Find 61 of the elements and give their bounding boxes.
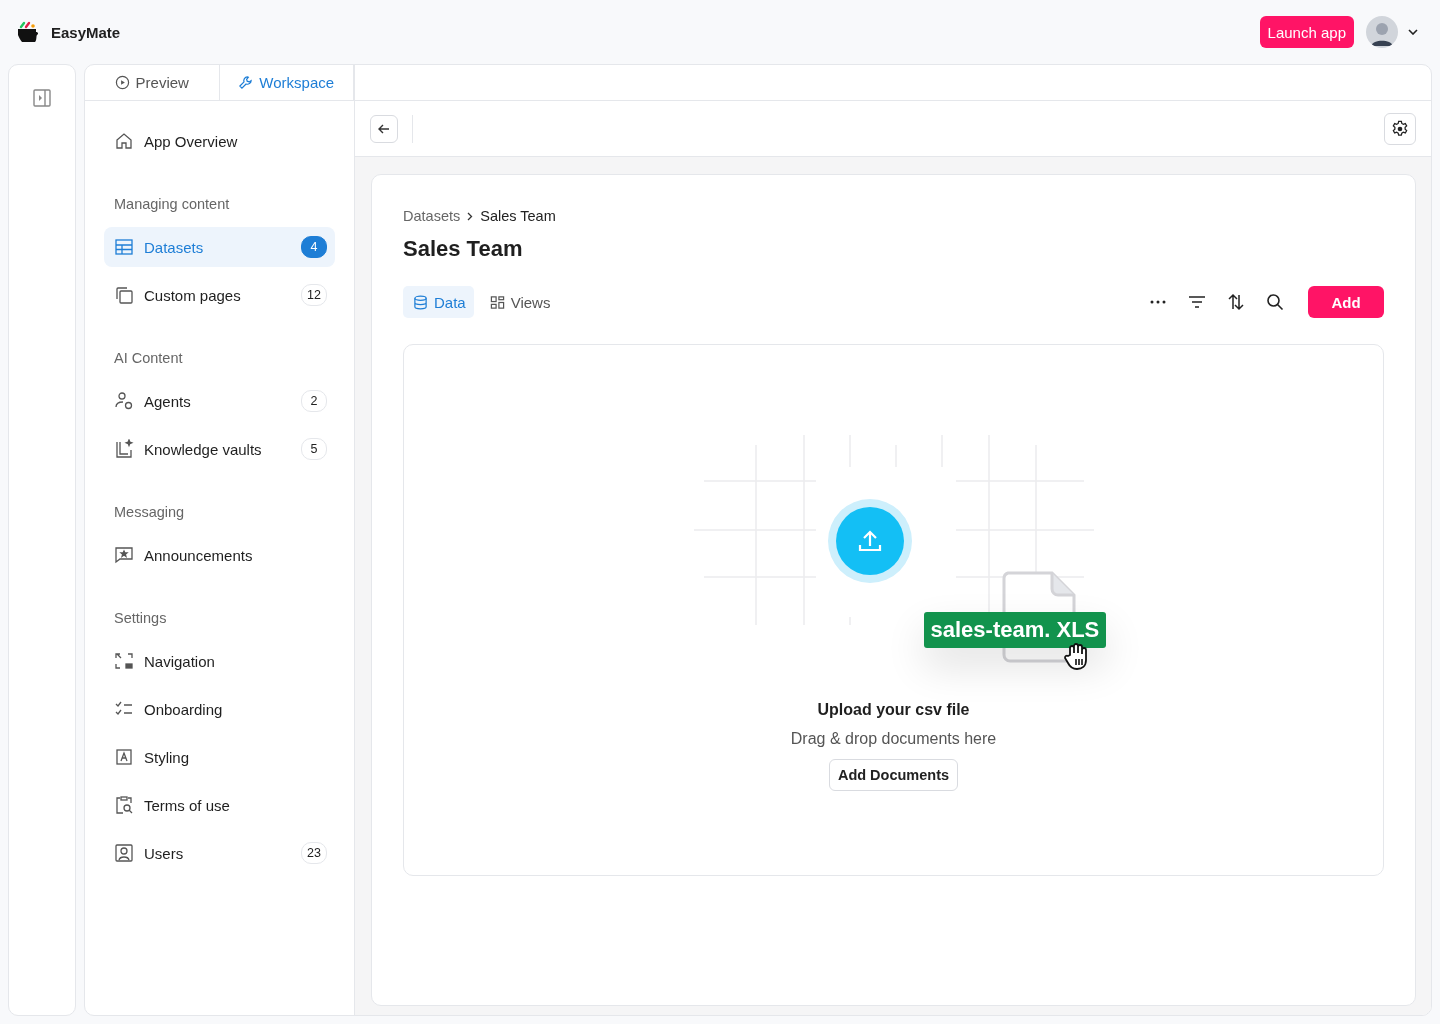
chevron-right-icon (467, 211, 474, 221)
count-badge: 5 (301, 438, 327, 460)
count-badge: 12 (301, 284, 327, 306)
sparkle-document-icon (114, 439, 134, 459)
panel-tab[interactable]: Workspace (219, 65, 354, 100)
person-icon (114, 391, 134, 411)
settings-icon (1391, 119, 1409, 138)
add-documents-button[interactable]: Add Documents (828, 759, 959, 791)
sidebar-item[interactable]: App Overview (104, 121, 335, 161)
sort-icon[interactable] (1228, 293, 1244, 311)
filter-icon[interactable] (1188, 295, 1206, 309)
text-frame-icon (114, 747, 134, 767)
section-heading: AI Content (114, 349, 184, 368)
count-badge: 23 (301, 842, 327, 864)
sidebar-item[interactable]: Navigation (104, 641, 335, 681)
back-button[interactable] (370, 114, 398, 143)
chevron-down-icon[interactable] (1408, 29, 1418, 35)
panel-tab[interactable]: Preview (85, 65, 220, 100)
breadcrumb-link[interactable]: Datasets (403, 208, 461, 224)
clipboard-search-icon (114, 795, 134, 815)
sidebar-item[interactable]: Styling (104, 737, 335, 777)
sidebar-item[interactable]: Onboarding (104, 689, 335, 729)
table-icon (114, 237, 134, 257)
settings-button[interactable] (1384, 112, 1416, 145)
section-heading: Messaging (114, 503, 186, 522)
home-icon (114, 131, 134, 151)
pages-icon (114, 285, 134, 305)
sidebar-item[interactable]: Knowledge vaults 5 (104, 429, 335, 469)
dropzone[interactable]: sales-team. XLS Upload your csv file Drag & drop documents here Add Documents (403, 344, 1384, 876)
play-circle-icon (114, 75, 130, 90)
search-icon[interactable] (1266, 293, 1284, 311)
frame-icon (114, 651, 134, 671)
sidebar-toggle-icon[interactable] (33, 89, 51, 107)
logo-icon (16, 19, 40, 45)
database-icon (413, 294, 428, 310)
add-button[interactable]: Add (1308, 286, 1384, 318)
launch-app-button[interactable]: Launch app (1259, 16, 1354, 48)
wrench-icon (238, 75, 254, 90)
view-tab[interactable]: Views (479, 286, 559, 318)
sidebar-item[interactable]: Terms of use (104, 785, 335, 825)
sidebar-item[interactable]: Custom pages 12 (104, 275, 335, 315)
upload-heading: Upload your csv file (817, 701, 970, 719)
avatar[interactable] (1366, 16, 1398, 48)
count-badge: 4 (301, 236, 327, 258)
view-tab[interactable]: Data (403, 286, 474, 318)
upload-hint: Drag & drop documents here (790, 730, 997, 748)
sidebar-item[interactable]: Announcements (104, 535, 335, 575)
grid-icon (489, 294, 505, 310)
user-card-icon (114, 843, 134, 863)
breadcrumb-current: Sales Team (480, 208, 556, 224)
more-icon[interactable] (1150, 300, 1166, 304)
section-heading: Managing content (114, 195, 231, 214)
star-message-icon (114, 545, 134, 565)
section-heading: Settings (114, 609, 168, 628)
app-name: EasyMate (51, 23, 121, 41)
sidebar-item[interactable]: Agents 2 (104, 381, 335, 421)
sidebar-item[interactable]: Users 23 (104, 833, 335, 873)
sidebar-item[interactable]: Datasets 4 (104, 227, 335, 267)
page-title: Sales Team (403, 236, 524, 262)
count-badge: 2 (301, 390, 327, 412)
file-name-label: sales-team. XLS (923, 612, 1107, 648)
